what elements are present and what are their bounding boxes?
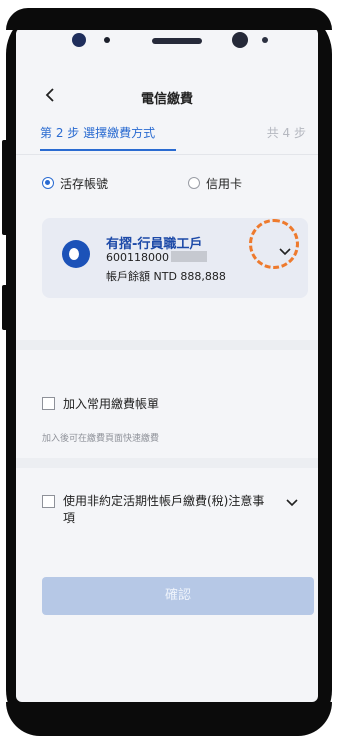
top-bezel: [6, 8, 332, 30]
app-screen: 電信繳費 第 2 步 選擇繳費方式 共 4 步 活存帳號 信用卡 有摺-行員職工…: [16, 28, 318, 702]
favorite-checkbox-row[interactable]: 加入常用繳費帳單: [42, 395, 159, 412]
account-balance: 帳戶餘額 NTD 888,888: [106, 270, 226, 283]
camera-icon: [72, 33, 86, 47]
masked-digits: [171, 251, 207, 262]
step-indicator: 第 2 步 選擇繳費方式 共 4 步: [16, 120, 318, 155]
notice-checkbox-row[interactable]: 使用非約定活期性帳戶繳費(稅)注意事 項: [42, 493, 272, 527]
section-divider-3: [16, 552, 318, 562]
bottom-bezel: [6, 702, 332, 736]
step-underline: [40, 149, 176, 151]
radio-label-demand: 活存帳號: [60, 176, 109, 191]
notice-checkbox[interactable]: [42, 495, 55, 508]
section-divider-2: [16, 458, 318, 468]
speaker-grille: [152, 38, 202, 44]
account-number: 600118000: [106, 251, 207, 264]
notice-label-line1: 使用非約定活期性帳戶繳費(稅)注意事: [63, 494, 265, 508]
favorite-label: 加入常用繳費帳單: [63, 397, 160, 411]
favorite-hint: 加入後可在繳費頁面快速繳費: [42, 434, 160, 444]
section-divider: [16, 340, 318, 350]
favorite-checkbox[interactable]: [42, 397, 55, 410]
light-sensor-icon: [262, 37, 268, 43]
sensor-dot-icon: [104, 37, 110, 43]
step-current: 第 2 步 選擇繳費方式: [40, 126, 156, 140]
radio-unchecked-icon: [188, 177, 200, 189]
notice-chevron-down-icon[interactable]: [284, 494, 300, 510]
step-total: 共 4 步: [266, 126, 306, 140]
page-title: 電信繳費: [140, 92, 193, 107]
radio-checked-icon: [42, 177, 54, 189]
radio-demand-deposit[interactable]: 活存帳號: [42, 173, 108, 193]
notice-label-line2: 項: [63, 511, 76, 525]
account-name: 有摺-行員職工戶: [106, 237, 203, 252]
bank-logo-icon: [62, 240, 90, 268]
header: 電信繳費: [16, 80, 318, 112]
confirm-button[interactable]: 確認: [42, 577, 314, 615]
radio-credit-card[interactable]: 信用卡: [188, 173, 242, 193]
highlight-circle: [249, 219, 299, 269]
notice-label: 使用非約定活期性帳戶繳費(稅)注意事 項: [63, 493, 264, 527]
radio-label-credit: 信用卡: [206, 176, 243, 191]
account-number-text: 600118000: [106, 251, 169, 264]
front-camera-icon: [232, 32, 248, 48]
